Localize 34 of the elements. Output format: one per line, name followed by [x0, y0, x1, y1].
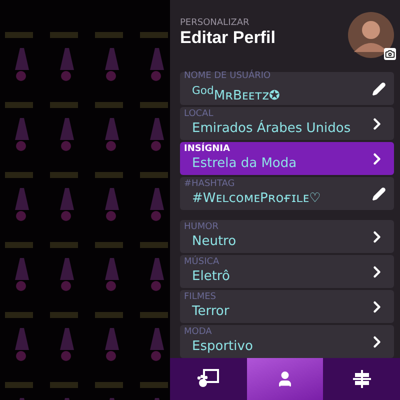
field-value: Esportivo	[191, 338, 254, 356]
camera-icon[interactable]	[384, 48, 396, 60]
profile-row[interactable]: NOME DE USUÁRIO $^{God}$MʀBᴇᴇᴛᴢ✪	[180, 72, 394, 105]
field-label: HUMOR	[184, 222, 220, 233]
field-label: LOCAL	[184, 109, 214, 120]
field-value: #WᴇʟᴄᴏᴍᴇPʀᴏғɪʟᴇ♡	[191, 190, 322, 208]
profile-row[interactable]: #HASHTAG #WᴇʟᴄᴏᴍᴇPʀᴏғɪʟᴇ♡	[180, 177, 394, 210]
profile-row[interactable]: LOCAL Emirados Árabes Unidos	[180, 107, 394, 140]
field-value: Emirados Árabes Unidos	[191, 120, 352, 138]
page-title: Editar Perfil	[180, 28, 276, 48]
profile-row[interactable]: INSÍGNIA Estrela da Moda	[180, 142, 394, 175]
profile-row[interactable]: MODA Esportivo	[180, 325, 394, 358]
field-label: INSÍGNIA	[184, 144, 231, 155]
section-overline: PERSONALIZAR	[180, 18, 250, 28]
field-label: #HASHTAG	[184, 179, 236, 190]
field-value: Neutro	[191, 233, 238, 251]
field-label: MÚSICA	[184, 257, 220, 268]
field-label: FILMES	[184, 292, 218, 303]
field-value: Terror	[191, 303, 230, 321]
field-value: $^{God}$MʀBᴇᴇᴛᴢ✪	[191, 83, 281, 106]
pencil-icon	[372, 186, 386, 200]
avatar[interactable]	[348, 12, 394, 58]
align-icon	[352, 370, 371, 388]
nav-tab[interactable]	[246, 358, 324, 400]
profile-row[interactable]: HUMOR Neutro	[180, 220, 394, 253]
field-value: Estrela da Moda	[191, 155, 298, 173]
field-value: Eletrô	[191, 268, 231, 286]
profile-row[interactable]: FILMES Terror	[180, 290, 394, 323]
profile-row[interactable]: MÚSICA Eletrô	[180, 255, 394, 288]
pencil-icon	[372, 82, 386, 96]
field-label: NOME DE USUÁRIO	[184, 71, 272, 82]
person-icon	[276, 370, 294, 388]
paw-picture-icon	[197, 369, 220, 389]
field-label: MODA	[184, 327, 213, 338]
